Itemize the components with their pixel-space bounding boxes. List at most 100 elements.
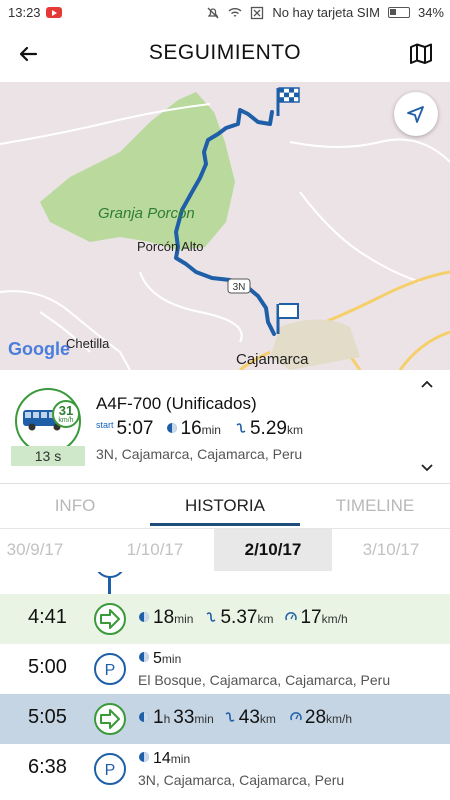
distance-icon xyxy=(236,423,246,433)
row-distance-unit: km xyxy=(257,612,274,626)
no-sim-icon xyxy=(251,6,264,19)
vehicle-stats: start 5:07 16 min 5.29 km xyxy=(96,418,303,440)
svg-text:P: P xyxy=(105,762,116,779)
row-distance-unit: km xyxy=(259,712,276,726)
list-item xyxy=(0,572,450,578)
start-label: start xyxy=(96,420,114,430)
road-major xyxy=(398,330,450,370)
last-update-badge: 13 s xyxy=(11,446,85,466)
status-icons: No hay tarjeta SIM 34% xyxy=(206,5,444,20)
distance-value: 5.29 xyxy=(249,418,287,439)
row-time: 4:41 xyxy=(28,606,67,628)
battery-percent: 34% xyxy=(417,5,444,20)
google-logo: Google xyxy=(8,339,70,359)
app-header: SEGUIMIENTO xyxy=(0,26,450,82)
speed-unit: km/h xyxy=(58,417,74,424)
vehicle-name: A4F-700 (Unificados) xyxy=(96,394,257,413)
mute-icon xyxy=(207,7,219,18)
chevron-up-icon[interactable] xyxy=(420,378,434,392)
parking-icon: P xyxy=(94,753,126,785)
vehicle-address: 3N, Cajamarca, Cajamarca, Peru xyxy=(96,446,303,462)
date-item-selected[interactable]: 2/10/17 xyxy=(214,529,332,571)
locate-button[interactable] xyxy=(394,92,438,136)
row-duration-unit: min xyxy=(170,752,191,766)
tab-timeline[interactable]: TIMELINE xyxy=(300,484,450,530)
row-stats: 5 min xyxy=(138,650,181,668)
svg-text:P: P xyxy=(105,662,116,679)
status-bar: 13:23 No hay tarjeta SIM 34% xyxy=(0,0,450,26)
row-duration: 18 xyxy=(153,607,175,628)
status-time: 13:23 xyxy=(8,5,41,20)
row-stats: 14 min xyxy=(138,750,190,768)
speed-badge: 31 km/h xyxy=(52,400,80,428)
youtube-notification-icon xyxy=(46,7,62,18)
page-title: SEGUIMIENTO xyxy=(148,41,302,64)
date-item[interactable]: 30/9/17 xyxy=(0,529,94,571)
finish-flag-icon xyxy=(276,87,300,116)
duration-value: 16 xyxy=(180,418,202,439)
parking-icon xyxy=(94,572,126,578)
row-speed-unit: km/h xyxy=(321,612,348,626)
clock-icon xyxy=(139,712,149,722)
timeline-row[interactable]: 4:41 18 min 5.37 km 17 km/h xyxy=(0,594,450,644)
date-item[interactable]: 1/10/17 xyxy=(96,529,214,571)
history-timeline[interactable]: 4:41 18 min 5.37 km 17 km/h 5:00 P 5 min… xyxy=(0,572,450,800)
clock-icon xyxy=(139,612,149,622)
row-duration-hours: 1 xyxy=(153,707,164,728)
row-duration-unit: min xyxy=(174,612,194,626)
distance-icon xyxy=(225,712,235,722)
clock-icon xyxy=(166,423,177,433)
map-label-granja: Granja Porcon xyxy=(98,205,195,222)
timeline-row[interactable]: 6:38 P 14 min 3N, Cajamarca, Cajamarca, … xyxy=(0,744,450,800)
navigation-arrow-icon xyxy=(407,106,424,123)
parking-icon: P xyxy=(94,653,126,685)
duration-unit: min xyxy=(201,423,221,437)
distance-unit: km xyxy=(286,423,303,437)
map-label-porcon-alto: Porcón Alto xyxy=(137,239,204,254)
start-time: 5:07 xyxy=(116,418,154,439)
row-duration-hours-unit: h xyxy=(163,712,171,726)
active-tab-indicator xyxy=(150,523,300,526)
map-label-cajamarca: Cajamarca xyxy=(236,351,309,368)
date-item[interactable]: 3/10/17 xyxy=(332,529,450,571)
row-duration: 33 xyxy=(173,707,195,728)
row-duration-unit: min xyxy=(194,712,214,726)
chevron-down-icon[interactable] xyxy=(420,460,434,474)
clock-icon xyxy=(139,752,149,762)
date-selector: 30/9/17 1/10/17 2/10/17 3/10/17 xyxy=(0,528,450,572)
map-icon[interactable] xyxy=(408,41,434,67)
vehicle-panel: 31 km/h 13 s A4F-700 (Unificados) start … xyxy=(0,370,450,484)
road-minor xyxy=(139,271,243,343)
road-minor xyxy=(299,191,421,283)
row-duration: 14 xyxy=(153,750,171,767)
row-distance: 5.37 xyxy=(220,607,258,628)
battery-icon xyxy=(387,7,410,18)
speedometer-icon xyxy=(285,612,298,621)
distance-icon xyxy=(207,612,216,622)
clock-icon xyxy=(139,652,149,662)
wifi-icon xyxy=(228,7,242,17)
row-speed-unit: km/h xyxy=(326,712,353,726)
row-address: 3N, Cajamarca, Cajamarca, Peru xyxy=(138,772,345,788)
row-time: 5:00 xyxy=(28,656,67,678)
row-distance: 43 xyxy=(238,707,260,728)
timeline-row[interactable]: 5:00 P 5 min El Bosque, Cajamarca, Cajam… xyxy=(0,644,450,694)
row-duration: 5 xyxy=(153,650,162,667)
speed-value: 31 xyxy=(58,403,74,418)
row-time: 5:05 xyxy=(28,706,67,728)
timeline-row-selected[interactable]: 5:05 1 h 33 min 43 km 28 km/h xyxy=(0,694,450,744)
map-view[interactable]: 3N Granja Porcon Porcón Alto Chetilla Ca… xyxy=(0,82,450,370)
route-shield-label: 3N xyxy=(233,282,246,293)
drive-arrow-icon xyxy=(94,603,126,635)
row-time: 6:38 xyxy=(28,756,67,778)
row-duration-unit: min xyxy=(161,652,182,666)
tab-info[interactable]: INFO xyxy=(0,484,150,530)
row-stats: 18 min 5.37 km 17 km/h xyxy=(138,607,348,629)
row-stats: 1 h 33 min 43 km 28 km/h xyxy=(138,707,352,729)
row-speed: 17 xyxy=(300,607,322,628)
speedometer-icon xyxy=(290,712,302,721)
row-speed: 28 xyxy=(304,707,327,728)
map-label-chetilla: Chetilla xyxy=(66,336,110,351)
row-address: El Bosque, Cajamarca, Cajamarca, Peru xyxy=(138,672,391,688)
map-canvas: 3N Granja Porcon Porcón Alto Chetilla Ca… xyxy=(0,87,450,370)
